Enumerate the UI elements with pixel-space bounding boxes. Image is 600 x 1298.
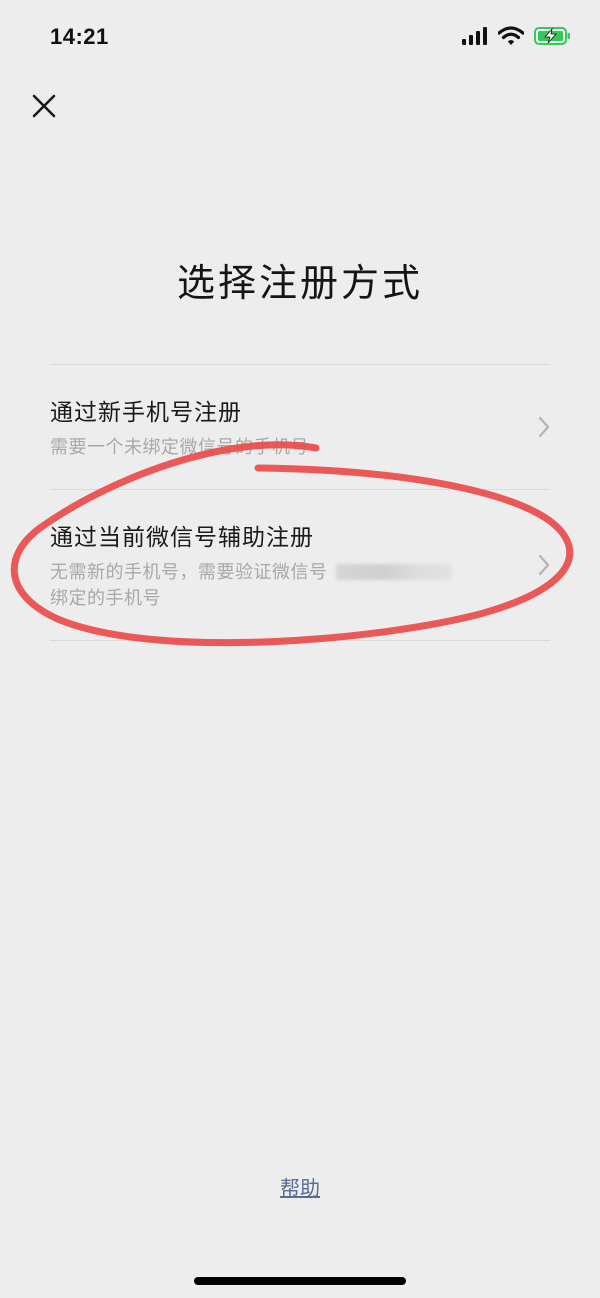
signal-icon (462, 27, 487, 45)
battery-charging-icon (534, 27, 570, 45)
home-indicator (194, 1277, 406, 1285)
close-icon (32, 94, 56, 118)
wifi-icon (498, 26, 524, 45)
option-new-phone-number[interactable]: 通过新手机号注册 需要一个未绑定微信号的手机号 (50, 365, 550, 489)
close-button[interactable] (26, 88, 62, 124)
option-assisted-registration[interactable]: 通过当前微信号辅助注册 无需新的手机号，需要验证微信号 绑定的手机号 (50, 490, 550, 640)
status-time: 14:21 (50, 24, 109, 49)
status-bar: 14:21 (0, 0, 600, 80)
status-icons (462, 26, 572, 46)
option-description-line2: 绑定的手机号 (50, 588, 161, 609)
registration-options: 通过新手机号注册 需要一个未绑定微信号的手机号 通过当前微信号辅助注册 无需新的… (50, 364, 550, 641)
option-description: 需要一个未绑定微信号的手机号 (50, 437, 309, 458)
option-title: 通过新手机号注册 (50, 400, 242, 426)
redacted-text (335, 564, 452, 580)
option-title: 通过当前微信号辅助注册 (50, 525, 314, 551)
option-description-line1: 无需新的手机号，需要验证微信号 (50, 562, 328, 583)
help-link-container: 帮助 (0, 1172, 600, 1201)
option-description: 无需新的手机号，需要验证微信号 绑定的手机号 (50, 560, 490, 612)
red-circle-annotation (10, 441, 574, 647)
chevron-right-icon (538, 554, 550, 576)
help-link[interactable]: 帮助 (280, 1176, 320, 1200)
page-title: 选择注册方式 (176, 261, 423, 305)
divider (50, 640, 550, 641)
chevron-right-icon (538, 416, 550, 438)
